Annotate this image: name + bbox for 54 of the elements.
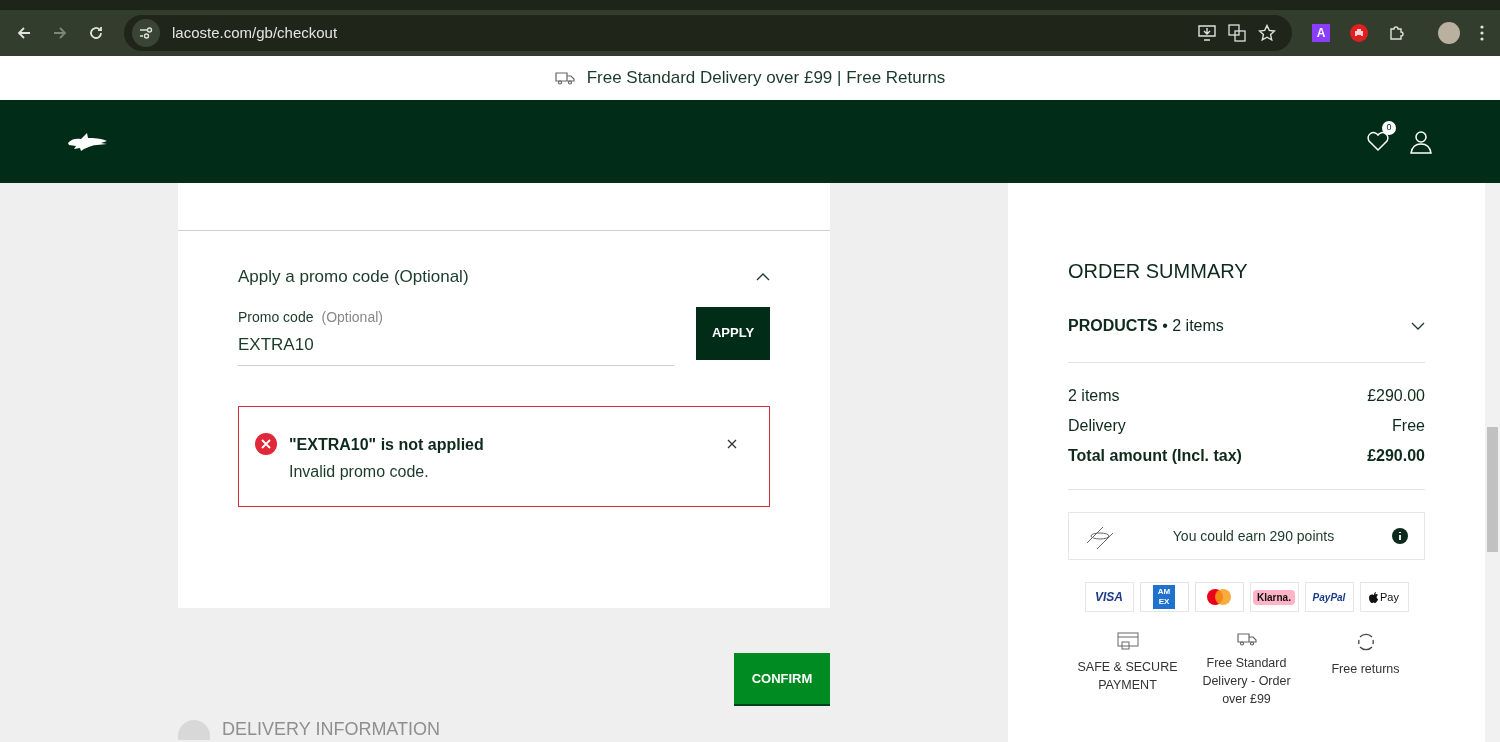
menu-icon[interactable] [1480,25,1484,41]
summary-label: Delivery [1068,416,1126,436]
summary-label: Total amount (Incl. tax) [1068,446,1242,466]
chevron-icon [756,272,770,281]
card-lock-icon [1116,632,1139,650]
reload-icon[interactable] [88,25,104,41]
field-label: Promo code [238,307,314,327]
error-icon [255,432,277,455]
profile-avatar[interactable] [1438,22,1460,44]
summary-value: Free [1392,416,1425,436]
install-icon[interactable] [1198,25,1216,41]
paypal-logo: PayPal [1304,582,1354,612]
confirm-button[interactable]: CONFIRM [734,653,830,706]
puzzle-icon[interactable] [1388,24,1406,42]
info-icon[interactable] [1392,528,1408,544]
promo-toggle[interactable]: Apply a promo code (Optional) [238,264,770,290]
wishlist-heart-icon[interactable] [1366,129,1390,152]
delivery-banner-text: Free Standard Delivery over £99 | Free Returns [586,67,946,90]
step-title: DELIVERY INFORMATION [222,718,441,741]
extension-button[interactable]: A [1312,24,1330,42]
close-icon[interactable] [727,438,737,449]
summary-label: 2 items [1068,386,1120,406]
truck-icon [554,71,575,85]
klarna-logo: Klarna. [1249,582,1299,612]
url-text: lacoste.com/gb/checkout [172,22,339,43]
summary-title: ORDER SUMMARY [1068,259,1249,284]
star-icon[interactable] [1258,24,1276,42]
translate-icon[interactable] [1228,24,1246,42]
back-icon[interactable] [16,25,32,41]
site-settings-icon[interactable] [132,19,160,47]
mastercard-logo [1194,582,1244,612]
forward-icon[interactable] [52,25,68,41]
address-bar[interactable]: lacoste.com/gb/checkout [124,15,1292,51]
circular-arrows-icon [1355,632,1376,652]
account-icon[interactable] [1410,129,1432,154]
error-message: Invalid promo code. [289,461,430,482]
apple-pay-logo: Pay [1359,582,1409,612]
apple-icon [1369,591,1378,603]
promo-code-input[interactable]: EXTRA10 [238,331,674,366]
amex-logo: AM EX [1139,582,1189,612]
truck-icon [1236,632,1257,646]
summary-value: £290.00 [1367,446,1425,466]
products-toggle[interactable]: PRODUCTS • 2 items [1068,314,1425,363]
chevron-icon [1411,322,1425,330]
summary-value: £290.00 [1367,386,1425,406]
field-hint: (Optional) [321,307,383,327]
error-title: "EXTRA10" is not applied [289,434,485,455]
feature-text: Free Standard Delivery - Order over £99 [1201,655,1292,708]
visa-logo: VISA [1084,582,1134,612]
apply-button[interactable]: APPLY [696,306,770,360]
loyalty-text: You could earn 290 points [1171,526,1336,546]
feature-text: SAFE & SECURE PAYMENT [1076,659,1179,694]
wishlist-count-badge: 0 [1382,120,1396,135]
feature-text: Free returns [1330,661,1401,678]
